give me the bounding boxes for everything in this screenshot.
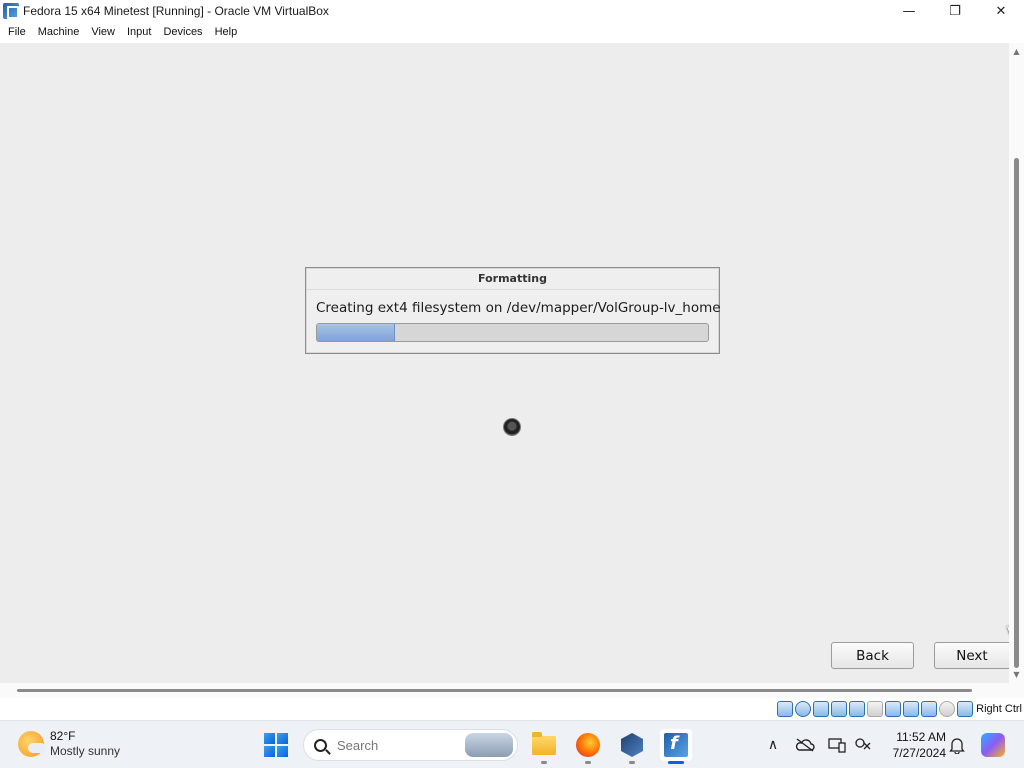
- dialog-title: Formatting: [478, 272, 547, 285]
- onedrive-icon[interactable]: [794, 733, 816, 757]
- menu-view[interactable]: View: [85, 22, 121, 43]
- scroll-up-icon[interactable]: ▲: [1012, 47, 1021, 56]
- fedora-vm-button[interactable]: [660, 729, 692, 764]
- horizontal-scrollbar[interactable]: [0, 683, 1009, 698]
- network-icon[interactable]: [831, 701, 848, 717]
- copilot-icon: [981, 733, 1005, 757]
- network-status-icon[interactable]: [852, 733, 874, 757]
- dialog-divider: [307, 289, 718, 290]
- dialog-message: Creating ext4 filesystem on /dev/mapper/…: [316, 300, 721, 316]
- virtualbox-icon: [621, 733, 643, 757]
- active-indicator: [668, 761, 684, 764]
- search-highlight-image[interactable]: [465, 733, 513, 757]
- format-progress-bar: [316, 323, 709, 342]
- video-capture-icon[interactable]: [921, 701, 938, 717]
- menu-machine[interactable]: Machine: [32, 22, 86, 43]
- formatting-dialog: Formatting Creating ext4 filesystem on /…: [305, 267, 721, 354]
- busy-spinner-icon: [503, 418, 521, 436]
- menu-devices[interactable]: Devices: [157, 22, 208, 43]
- chevron-up-icon: ∧: [767, 737, 779, 753]
- maximize-button[interactable]: ❐: [932, 0, 978, 22]
- windows-start-icon[interactable]: [264, 733, 288, 757]
- vertical-scroll-thumb[interactable]: [1014, 158, 1019, 668]
- running-indicator: [541, 761, 547, 764]
- taskbar-search[interactable]: [303, 729, 518, 761]
- hard-disk-icon[interactable]: [777, 701, 794, 717]
- shared-folders-icon[interactable]: [867, 701, 884, 717]
- firefox-button[interactable]: [572, 729, 604, 764]
- weather-temperature: 82°F: [50, 729, 76, 743]
- weather-condition: Mostly sunny: [50, 744, 121, 758]
- menu-file[interactable]: File: [2, 22, 32, 43]
- display-projection-icon[interactable]: [826, 733, 848, 757]
- running-indicator: [629, 761, 635, 764]
- window-title: Fedora 15 x64 Minetest [Running] - Oracl…: [23, 4, 329, 18]
- horizontal-scroll-thumb[interactable]: [17, 689, 972, 692]
- keyboard-icon[interactable]: [957, 701, 974, 717]
- window-titlebar: Fedora 15 x64 Minetest [Running] - Oracl…: [0, 0, 1024, 22]
- system-clock[interactable]: 11:52 AM 7/27/2024: [880, 729, 946, 761]
- menu-help[interactable]: Help: [209, 22, 244, 43]
- clock-time: 11:52 AM: [896, 730, 946, 744]
- scroll-corner: [1009, 683, 1024, 698]
- recording-icon[interactable]: [903, 701, 920, 717]
- fedora-vm-icon: [664, 733, 688, 757]
- show-hidden-icons-button[interactable]: ∧: [762, 733, 784, 757]
- progress-fill: [317, 324, 396, 341]
- usb-icon[interactable]: [849, 701, 866, 717]
- virtualbox-manager-button[interactable]: [616, 729, 648, 764]
- weather-widget[interactable]: 82°F Mostly sunny: [18, 729, 120, 759]
- notifications-button[interactable]: [946, 733, 968, 757]
- menu-bar: File Machine View Input Devices Help: [0, 22, 1024, 43]
- running-indicator: [585, 761, 591, 764]
- menu-input[interactable]: Input: [121, 22, 157, 43]
- folder-icon: [532, 731, 556, 755]
- partly-sunny-icon: [18, 731, 46, 757]
- vm-status-bar: Right Ctrl: [0, 698, 1024, 720]
- firefox-icon: [576, 733, 600, 757]
- scroll-down-icon[interactable]: ▼: [1012, 670, 1021, 679]
- minimize-button[interactable]: —: [886, 0, 932, 22]
- audio-icon[interactable]: [813, 701, 830, 717]
- windows-taskbar: 82°F Mostly sunny ∧ 11:52 AM 7/: [0, 720, 1024, 768]
- clock-date: 7/27/2024: [892, 746, 946, 760]
- optical-drive-icon[interactable]: [795, 701, 812, 717]
- display-icon[interactable]: [885, 701, 902, 717]
- vertical-scrollbar[interactable]: ▲ ▼: [1009, 43, 1024, 683]
- search-icon: [314, 738, 327, 752]
- close-button[interactable]: ✕: [978, 0, 1024, 22]
- copilot-button[interactable]: [980, 733, 1006, 757]
- bell-icon: [949, 738, 965, 754]
- back-button[interactable]: Back: [831, 642, 914, 669]
- mouse-integration-icon[interactable]: [939, 701, 956, 717]
- file-explorer-button[interactable]: [528, 729, 560, 764]
- host-key-label[interactable]: Right Ctrl: [976, 703, 1022, 715]
- vm-display[interactable]: [0, 43, 1009, 683]
- next-button[interactable]: Next: [934, 642, 1009, 669]
- search-input[interactable]: [337, 737, 457, 753]
- virtualbox-app-icon: [3, 3, 19, 19]
